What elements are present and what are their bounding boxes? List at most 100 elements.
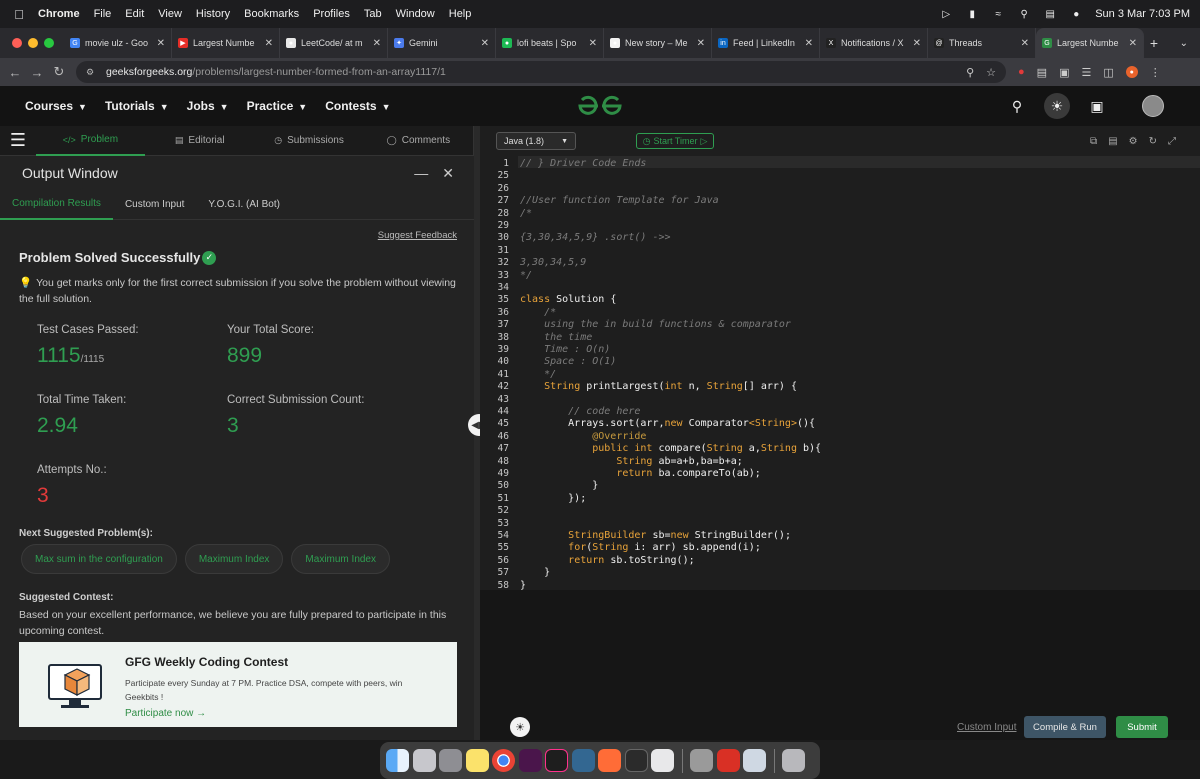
preview-icon[interactable] bbox=[743, 749, 766, 772]
menu-history[interactable]: History bbox=[196, 8, 230, 20]
siri-icon[interactable]: ● bbox=[1069, 8, 1083, 20]
custom-input-link[interactable]: Custom Input bbox=[957, 722, 1016, 733]
reset-icon[interactable]: ↻ bbox=[1149, 136, 1157, 147]
search-icon[interactable]: ⚲ bbox=[1006, 95, 1028, 117]
settings-gear-icon[interactable]: ⚙ bbox=[1129, 136, 1138, 147]
menu-help[interactable]: Help bbox=[449, 8, 472, 20]
tab-search-chevron-icon[interactable]: ⌄ bbox=[1180, 38, 1188, 49]
tab-close-icon[interactable]: ✕ bbox=[481, 38, 489, 49]
reload-icon[interactable]: ↻ bbox=[48, 64, 70, 80]
menu-bookmarks[interactable]: Bookmarks bbox=[244, 8, 299, 20]
tab-close-icon[interactable]: ✕ bbox=[805, 38, 813, 49]
close-icon[interactable]: ✕ bbox=[442, 165, 454, 182]
next-problem-chip[interactable]: Maximum Index bbox=[184, 544, 284, 574]
browser-tab[interactable]: ✦ Gemini ✕ bbox=[388, 28, 496, 58]
browser-tab[interactable]: @ Threads ✕ bbox=[928, 28, 1036, 58]
fullscreen-icon[interactable]: ⤢ bbox=[1168, 136, 1176, 147]
postman-icon[interactable] bbox=[598, 749, 621, 772]
tab-close-icon[interactable]: ✕ bbox=[265, 38, 273, 49]
tab-submissions[interactable]: ◷ Submissions bbox=[254, 126, 363, 156]
play-icon[interactable]: ▷ bbox=[939, 8, 953, 20]
notes-icon[interactable] bbox=[465, 749, 489, 772]
next-problem-chip[interactable]: Max sum in the configuration bbox=[21, 544, 177, 574]
tab-yogi-ai-bot[interactable]: Y.O.G.I. (AI Bot) bbox=[196, 190, 292, 220]
launchpad-icon[interactable] bbox=[412, 749, 436, 772]
participate-now-link[interactable]: Participate now → bbox=[125, 708, 206, 719]
menu-chrome[interactable]: Chrome bbox=[38, 8, 80, 20]
minimize-window-button[interactable] bbox=[28, 38, 38, 48]
menu-edit[interactable]: Edit bbox=[125, 8, 144, 20]
profile-avatar-icon[interactable]: ● bbox=[1125, 66, 1138, 78]
clock[interactable]: Sun 3 Mar 7:03 PM bbox=[1095, 8, 1190, 20]
postgres-icon[interactable] bbox=[571, 749, 595, 772]
slack-icon[interactable] bbox=[518, 749, 542, 772]
minimize-icon[interactable]: — bbox=[414, 165, 428, 182]
tab-compilation-results[interactable]: Compilation Results bbox=[0, 190, 113, 220]
bookmark-star-icon[interactable]: ☆ bbox=[986, 66, 996, 79]
browser-tab[interactable]: G Largest Numbe ✕ bbox=[1036, 28, 1144, 58]
browser-tab[interactable]: ● LeetCode/ at m ✕ bbox=[280, 28, 388, 58]
tab-problem[interactable]: </> Problem bbox=[35, 126, 146, 156]
hint-lightbulb-icon[interactable]: ☀ bbox=[510, 717, 530, 737]
nav-jobs[interactable]: Jobs ▼ bbox=[187, 99, 229, 113]
browser-tab[interactable]: in Feed | LinkedIn ✕ bbox=[712, 28, 820, 58]
extensions-puzzle-icon[interactable]: ▣ bbox=[1059, 66, 1069, 79]
site-settings-icon[interactable]: ⚙ bbox=[86, 67, 98, 77]
next-problem-chip[interactable]: Maximum Index bbox=[291, 544, 390, 574]
hamburger-menu-icon[interactable]: ☰ bbox=[0, 126, 36, 156]
tab-close-icon[interactable]: ✕ bbox=[373, 38, 381, 49]
search-icon[interactable]: ⚲ bbox=[1017, 8, 1031, 20]
system-settings-icon[interactable] bbox=[439, 749, 462, 772]
tab-close-icon[interactable]: ✕ bbox=[1129, 38, 1137, 49]
menu-file[interactable]: File bbox=[94, 8, 112, 20]
screenshot-icon[interactable] bbox=[690, 749, 713, 772]
menu-view[interactable]: View bbox=[158, 8, 182, 20]
browser-tab[interactable]: ● New story – Me ✕ bbox=[604, 28, 712, 58]
intellij-icon[interactable] bbox=[545, 749, 568, 772]
playlist-icon[interactable]: ☰ bbox=[1081, 66, 1091, 79]
language-select[interactable]: Java (1.8) ▼ bbox=[496, 132, 576, 150]
nav-contests[interactable]: Contests ▼ bbox=[325, 99, 390, 113]
menu-tab[interactable]: Tab bbox=[364, 8, 382, 20]
apple-icon[interactable]:  bbox=[12, 7, 26, 22]
wifi-icon[interactable]: ≈ bbox=[991, 8, 1005, 20]
sidepanel-icon[interactable]: ◫ bbox=[1103, 66, 1113, 79]
battery-icon[interactable]: ▮ bbox=[965, 8, 979, 20]
browser-tab[interactable]: ● lofi beats | Spo ✕ bbox=[496, 28, 604, 58]
tab-close-icon[interactable]: ✕ bbox=[913, 38, 921, 49]
tab-close-icon[interactable]: ✕ bbox=[157, 38, 165, 49]
zoom-icon[interactable]: ⚲ bbox=[966, 66, 974, 79]
trash-icon[interactable] bbox=[782, 749, 805, 772]
finder-icon[interactable] bbox=[386, 749, 409, 772]
browser-tab[interactable]: Gmovie ulz - Goo ✕ bbox=[64, 28, 172, 58]
translate-icon[interactable]: ▣ bbox=[1086, 95, 1108, 117]
nav-courses[interactable]: Courses ▼ bbox=[25, 99, 87, 113]
nav-practice[interactable]: Practice ▼ bbox=[247, 99, 308, 113]
close-window-button[interactable] bbox=[12, 38, 22, 48]
app-red-icon[interactable] bbox=[716, 749, 740, 772]
menu-profiles[interactable]: Profiles bbox=[313, 8, 350, 20]
nav-tutorials[interactable]: Tutorials ▼ bbox=[105, 99, 169, 113]
new-tab-button[interactable]: + bbox=[1144, 35, 1164, 51]
submit-button[interactable]: Submit bbox=[1116, 716, 1168, 738]
back-icon[interactable]: ← bbox=[4, 65, 26, 80]
user-avatar[interactable] bbox=[1142, 95, 1164, 117]
copy-icon[interactable]: ⧉ bbox=[1090, 136, 1097, 147]
tab-close-icon[interactable]: ✕ bbox=[697, 38, 705, 49]
tab-editorial[interactable]: ▤ Editorial bbox=[145, 126, 254, 156]
suggest-feedback-link[interactable]: Suggest Feedback bbox=[378, 230, 457, 241]
contest-banner[interactable]: GFG Weekly Coding Contest Participate ev… bbox=[19, 642, 457, 727]
start-timer-button[interactable]: ◷ Start Timer ▷ bbox=[636, 133, 714, 149]
menu-dots-icon[interactable]: ⋮ bbox=[1150, 66, 1161, 79]
url-bar[interactable]: ⚙ geeksforgeeks.org /problems/largest-nu… bbox=[76, 61, 1006, 83]
forward-icon[interactable]: → bbox=[26, 65, 48, 80]
zoom-window-button[interactable] bbox=[44, 38, 54, 48]
theme-toggle-icon[interactable]: ☀ bbox=[1044, 93, 1070, 119]
tab-custom-input[interactable]: Custom Input bbox=[113, 190, 196, 220]
chrome-icon[interactable] bbox=[492, 749, 515, 772]
menu-window[interactable]: Window bbox=[396, 8, 435, 20]
browser-tab[interactable]: ▶ Largest Numbe ✕ bbox=[172, 28, 280, 58]
tab-close-icon[interactable]: ✕ bbox=[1021, 38, 1029, 49]
download-icon[interactable]: ▤ bbox=[1108, 136, 1117, 147]
tab-close-icon[interactable]: ✕ bbox=[589, 38, 597, 49]
